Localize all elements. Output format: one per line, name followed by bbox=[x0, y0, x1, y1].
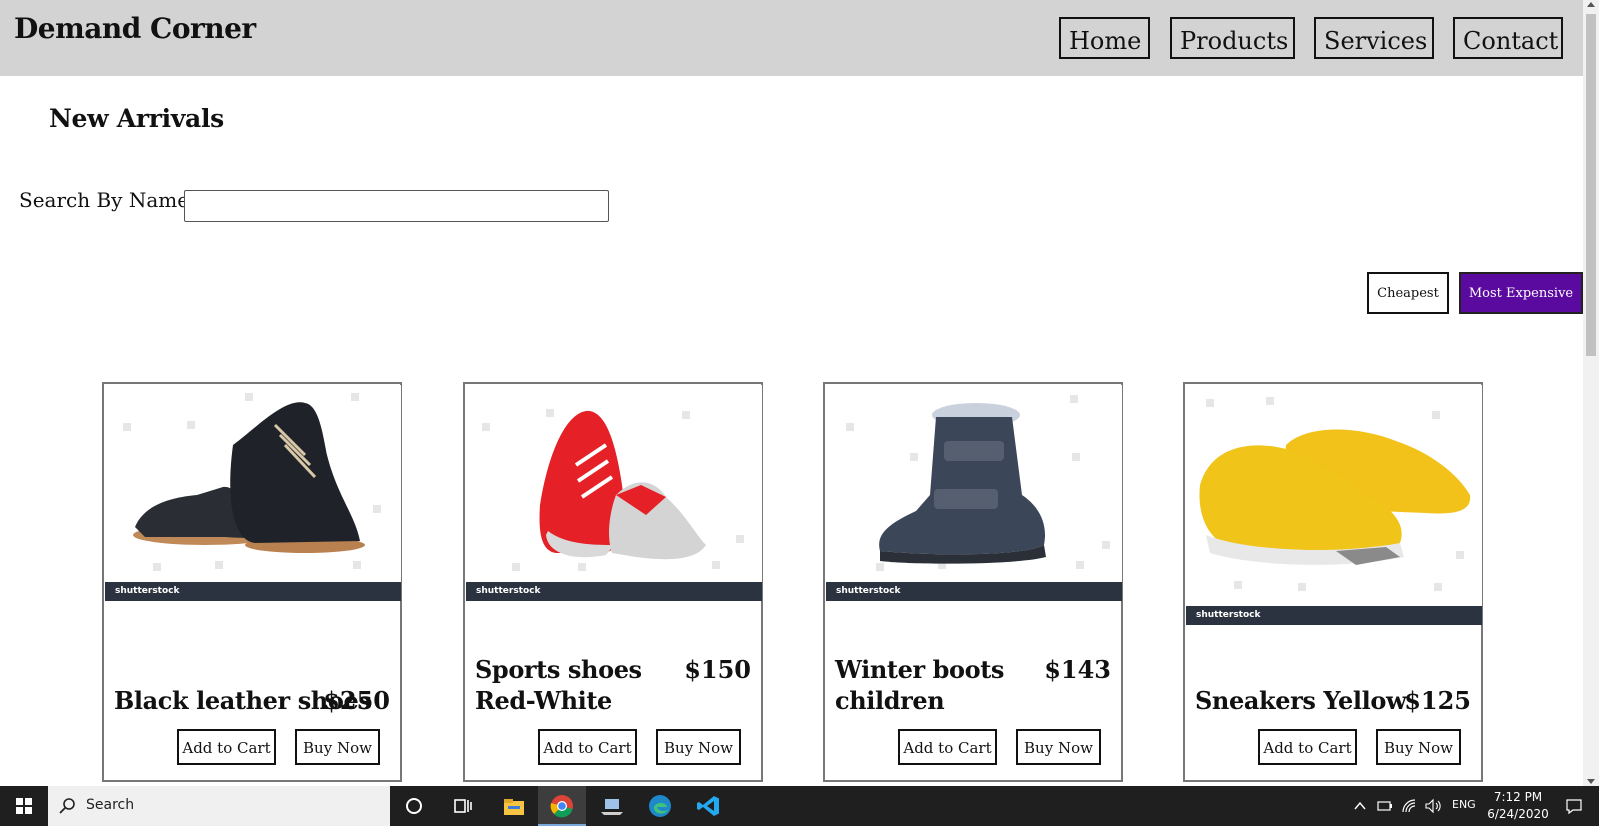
taskbar-clock[interactable]: 7:12 PM 6/24/2020 bbox=[1486, 789, 1550, 823]
nav-services-button[interactable]: Services bbox=[1314, 17, 1434, 59]
speaker-icon[interactable] bbox=[1424, 798, 1442, 814]
nav-home-button[interactable]: Home bbox=[1059, 17, 1150, 59]
nav-products-button[interactable]: Products bbox=[1170, 17, 1295, 59]
windows-start-icon[interactable] bbox=[10, 792, 38, 820]
buy-now-button[interactable]: Buy Now bbox=[656, 729, 741, 765]
wifi-icon[interactable] bbox=[1401, 798, 1417, 814]
chevron-up-icon[interactable] bbox=[1353, 799, 1367, 813]
add-to-cart-button[interactable]: Add to Cart bbox=[898, 729, 997, 765]
product-price: $125 bbox=[1404, 686, 1471, 715]
scrollbar-thumb[interactable] bbox=[1586, 14, 1596, 356]
language-indicator[interactable]: ENG bbox=[1452, 798, 1476, 811]
nav-contact-button[interactable]: Contact bbox=[1453, 17, 1563, 59]
stock-watermark-bar: shutterstock bbox=[466, 582, 762, 601]
laptop-app-icon[interactable] bbox=[598, 792, 626, 820]
search-by-name-input[interactable] bbox=[184, 190, 609, 222]
sort-cheapest-button[interactable]: Cheapest bbox=[1367, 272, 1449, 314]
buy-now-button[interactable]: Buy Now bbox=[1376, 729, 1461, 765]
brand-title: Demand Corner bbox=[14, 12, 256, 45]
web-page: Demand Corner Home Products Services Con… bbox=[0, 0, 1583, 786]
add-to-cart-button[interactable]: Add to Cart bbox=[177, 729, 276, 765]
search-label: Search By Name bbox=[19, 188, 190, 212]
cortana-icon[interactable] bbox=[400, 792, 428, 820]
product-name: Sports shoes Red-White bbox=[475, 655, 642, 715]
buy-now-button[interactable]: Buy Now bbox=[295, 729, 380, 765]
product-price: $250 bbox=[323, 686, 390, 715]
navbar: Demand Corner Home Products Services Con… bbox=[0, 0, 1583, 76]
chrome-icon[interactable] bbox=[548, 792, 576, 820]
file-explorer-icon[interactable] bbox=[500, 792, 528, 820]
taskbar-search-placeholder: Search bbox=[86, 797, 135, 813]
windows-taskbar: Search ENG 7:12 PM 6/24/2020 bbox=[0, 786, 1599, 826]
scroll-down-arrow-icon[interactable] bbox=[1587, 779, 1595, 784]
product-card: shutterstock Sports shoes Red-White $150… bbox=[463, 382, 763, 782]
buy-now-button[interactable]: Buy Now bbox=[1016, 729, 1101, 765]
product-image-sports-shoes: shutterstock bbox=[466, 385, 762, 601]
sort-most-expensive-button[interactable]: Most Expensive bbox=[1459, 272, 1583, 314]
vscode-icon[interactable] bbox=[695, 792, 723, 820]
product-name: Winter boots children bbox=[835, 655, 1005, 715]
product-image-black-leather-shoes: shutterstock bbox=[105, 385, 401, 601]
product-card: shutterstock Winter boots children $143 … bbox=[823, 382, 1123, 782]
add-to-cart-button[interactable]: Add to Cart bbox=[538, 729, 637, 765]
notifications-icon[interactable] bbox=[1565, 797, 1583, 815]
taskbar-search-box[interactable]: Search bbox=[48, 786, 390, 826]
product-price: $143 bbox=[1044, 655, 1111, 684]
stock-watermark-bar: shutterstock bbox=[1186, 606, 1482, 625]
stock-watermark-bar: shutterstock bbox=[105, 582, 401, 601]
scroll-up-arrow-icon[interactable] bbox=[1587, 2, 1595, 7]
page-scrollbar[interactable] bbox=[1583, 0, 1599, 786]
clock-date: 6/24/2020 bbox=[1487, 807, 1549, 821]
edge-icon[interactable] bbox=[646, 792, 674, 820]
product-price: $150 bbox=[684, 655, 751, 684]
section-title: New Arrivals bbox=[49, 104, 224, 133]
product-image-sneakers-yellow: shutterstock bbox=[1186, 385, 1482, 625]
add-to-cart-button[interactable]: Add to Cart bbox=[1258, 729, 1357, 765]
stock-watermark-bar: shutterstock bbox=[826, 582, 1122, 601]
product-name: Sneakers Yellow bbox=[1195, 686, 1407, 715]
battery-icon[interactable] bbox=[1377, 799, 1393, 813]
product-card: shutterstock Black leather shoes $250 Ad… bbox=[102, 382, 402, 782]
product-image-winter-boots: shutterstock bbox=[826, 385, 1122, 601]
search-icon bbox=[59, 798, 75, 814]
clock-time: 7:12 PM bbox=[1493, 790, 1543, 804]
product-card: shutterstock Sneakers Yellow $125 Add to… bbox=[1183, 382, 1483, 782]
task-view-icon[interactable] bbox=[448, 792, 476, 820]
